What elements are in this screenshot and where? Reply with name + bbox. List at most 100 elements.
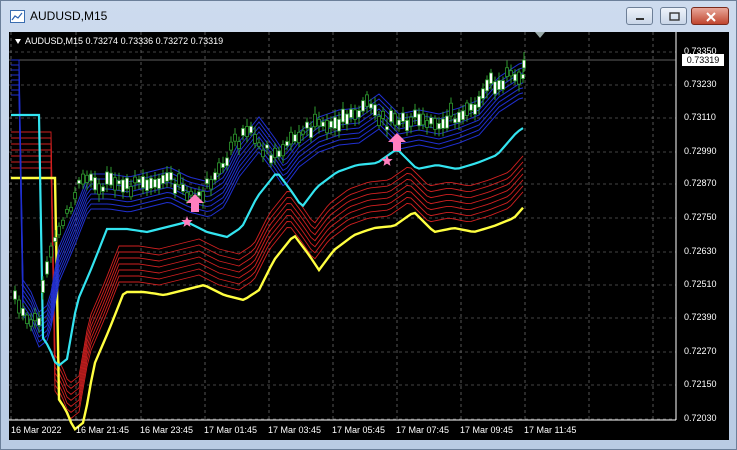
candle-body bbox=[473, 104, 477, 115]
slow-ma-line bbox=[11, 161, 524, 413]
candle-body bbox=[293, 134, 297, 142]
candle-body bbox=[425, 120, 429, 128]
candle-body bbox=[117, 180, 121, 185]
candle-body bbox=[29, 319, 33, 327]
close-icon bbox=[706, 12, 716, 22]
candle-body bbox=[493, 81, 497, 95]
chart-menu-icon[interactable] bbox=[15, 39, 21, 44]
candle-body bbox=[49, 245, 53, 258]
candle-body bbox=[237, 141, 241, 149]
candle-body bbox=[157, 178, 161, 189]
yellow-ma-line bbox=[11, 176, 524, 431]
candle-body bbox=[365, 94, 369, 107]
candle-body bbox=[169, 172, 173, 181]
candle-body bbox=[505, 67, 509, 77]
candle-body bbox=[69, 206, 73, 212]
symbol-label: AUDUSD,M15 bbox=[25, 36, 84, 46]
candle-body bbox=[377, 116, 381, 127]
candle-body bbox=[469, 103, 473, 111]
candle-body bbox=[465, 102, 469, 116]
candle-body bbox=[417, 113, 421, 127]
price-tick-label: 0.72270 bbox=[684, 346, 717, 356]
candle-body bbox=[413, 109, 417, 118]
price-chart[interactable]: AUDUSD,M15 0.73274 0.73336 0.73272 0.733… bbox=[9, 32, 729, 440]
window-title: AUDUSD,M15 bbox=[30, 9, 108, 23]
title-bar[interactable]: AUDUSD,M15 bbox=[1, 1, 736, 31]
candle-body bbox=[93, 177, 97, 191]
candle-body bbox=[349, 108, 353, 118]
minimize-button[interactable] bbox=[626, 7, 653, 25]
chart-plot-area[interactable] bbox=[9, 32, 729, 440]
candle-body bbox=[269, 154, 273, 164]
candle-body bbox=[77, 179, 81, 184]
candle-body bbox=[313, 113, 317, 128]
candle-body bbox=[305, 121, 309, 129]
price-tick-label: 0.72990 bbox=[684, 146, 717, 156]
candle-body bbox=[445, 115, 449, 129]
time-tick-label: 16 Mar 2022 bbox=[11, 425, 62, 435]
chart-shift-marker bbox=[535, 32, 545, 38]
candle-body bbox=[385, 126, 389, 131]
candle-body bbox=[249, 125, 253, 134]
candle-body bbox=[517, 71, 521, 85]
candle-body bbox=[33, 313, 37, 322]
maximize-icon bbox=[669, 12, 680, 21]
candle-body bbox=[369, 103, 373, 109]
time-tick-label: 17 Mar 03:45 bbox=[268, 425, 322, 435]
candle-body bbox=[141, 176, 145, 189]
candle-body bbox=[401, 112, 405, 122]
candle-body bbox=[81, 173, 85, 185]
price-tick-label: 0.72870 bbox=[684, 178, 717, 188]
candle-body bbox=[429, 117, 433, 125]
chart-window-icon bbox=[10, 10, 25, 23]
candle-body bbox=[185, 192, 189, 201]
candle-body bbox=[325, 120, 329, 134]
candle-body bbox=[393, 113, 397, 126]
terminal-chart-window: AUDUSD,M15 AUDUSD,M15 0.73274 0.73336 0.… bbox=[0, 0, 737, 450]
candle-body bbox=[273, 147, 277, 159]
candle-body bbox=[433, 118, 437, 130]
candle-body bbox=[201, 191, 205, 203]
candle-body bbox=[481, 88, 485, 99]
fast-ma-line bbox=[11, 69, 524, 323]
candle-body bbox=[309, 127, 313, 139]
candle-body bbox=[217, 162, 221, 175]
time-tick-label: 16 Mar 21:45 bbox=[76, 425, 130, 435]
price-tick-label: 0.73350 bbox=[684, 46, 717, 56]
candle-body bbox=[253, 134, 257, 144]
candle-body bbox=[285, 141, 289, 147]
candle-body bbox=[289, 131, 293, 145]
candle-body bbox=[197, 191, 201, 197]
candle-body bbox=[457, 111, 461, 123]
candle-body bbox=[97, 183, 101, 195]
candle-body bbox=[485, 79, 489, 92]
candle-body bbox=[501, 80, 505, 90]
candle-body bbox=[17, 299, 21, 314]
candle-body bbox=[101, 186, 105, 192]
candle-body bbox=[233, 133, 237, 142]
maximize-button[interactable] bbox=[660, 7, 687, 25]
candle-body bbox=[361, 100, 365, 112]
candle-body bbox=[21, 307, 25, 317]
price-tick-label: 0.72390 bbox=[684, 312, 717, 322]
candle-body bbox=[105, 171, 109, 185]
close-button[interactable] bbox=[691, 7, 729, 25]
candle-body bbox=[113, 177, 117, 191]
candle-body bbox=[25, 314, 29, 324]
candle-body bbox=[509, 70, 513, 77]
candle-body bbox=[337, 118, 341, 132]
candle-body bbox=[177, 173, 181, 186]
candle-body bbox=[301, 130, 305, 135]
candle-body bbox=[321, 121, 325, 127]
candle-body bbox=[53, 237, 57, 243]
candle-body bbox=[453, 118, 457, 124]
candle-body bbox=[345, 113, 349, 125]
candle-body bbox=[65, 209, 69, 214]
candle-body bbox=[477, 95, 481, 108]
candle-body bbox=[189, 190, 193, 196]
candle-body bbox=[497, 80, 501, 91]
candle-body bbox=[125, 177, 129, 190]
time-tick-label: 17 Mar 09:45 bbox=[460, 425, 514, 435]
minimize-icon bbox=[636, 18, 644, 20]
candle-body bbox=[205, 178, 209, 184]
